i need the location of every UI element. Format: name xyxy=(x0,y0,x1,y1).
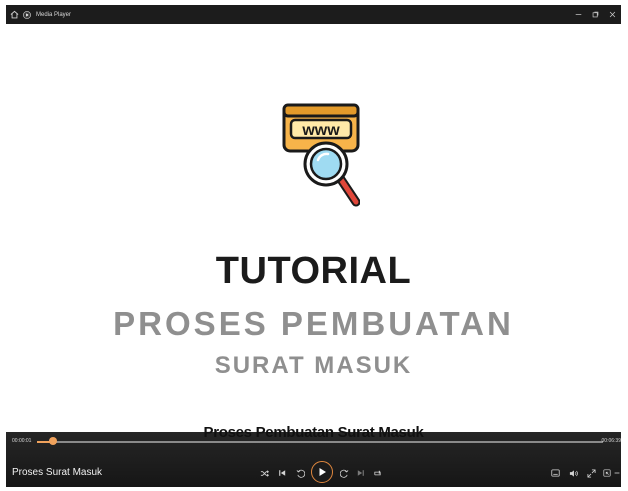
subtitle-caption: Proses Pembuatan Surat Masuk xyxy=(203,424,424,441)
shuffle-icon[interactable] xyxy=(257,465,271,481)
volume-icon[interactable] xyxy=(566,465,580,481)
seek-bar[interactable] xyxy=(37,441,603,443)
title-proses-pembuatan: PROSES PEMBUATAN xyxy=(113,305,514,342)
title-surat-masuk: SURAT MASUK xyxy=(214,352,413,379)
play-button[interactable] xyxy=(311,461,333,483)
media-title[interactable]: Proses Surat Masuk xyxy=(12,467,102,478)
more-options-icon[interactable] xyxy=(613,465,621,481)
title-tutorial: TUTORIAL xyxy=(215,250,412,292)
title-bar: Media Player xyxy=(6,5,621,24)
skip-next-icon[interactable] xyxy=(354,465,368,481)
minimize-button[interactable] xyxy=(570,5,587,24)
video-frame[interactable]: www TUTORIAL PROSES PEMBUATAN SURAT MASU… xyxy=(6,24,621,432)
media-player-window: Media Player www TUTORIAL PROSES PEMBUAT… xyxy=(6,5,621,487)
full-screen-icon[interactable] xyxy=(584,465,598,481)
skip-previous-icon[interactable] xyxy=(275,465,289,481)
close-button[interactable] xyxy=(604,5,621,24)
play-icon xyxy=(319,468,326,476)
maximize-button[interactable] xyxy=(587,5,604,24)
subtitles-icon[interactable] xyxy=(548,465,562,481)
skip-forward-30-icon[interactable] xyxy=(337,465,351,481)
mini-player-icon[interactable] xyxy=(601,465,613,481)
skip-back-10-icon[interactable] xyxy=(293,465,307,481)
media-player-app-icon xyxy=(22,5,32,24)
logo-text: www xyxy=(301,122,340,139)
www-search-logo-icon: www xyxy=(282,103,360,207)
home-icon[interactable] xyxy=(6,5,22,24)
window-title: Media Player xyxy=(36,11,72,18)
repeat-icon[interactable] xyxy=(370,465,384,481)
